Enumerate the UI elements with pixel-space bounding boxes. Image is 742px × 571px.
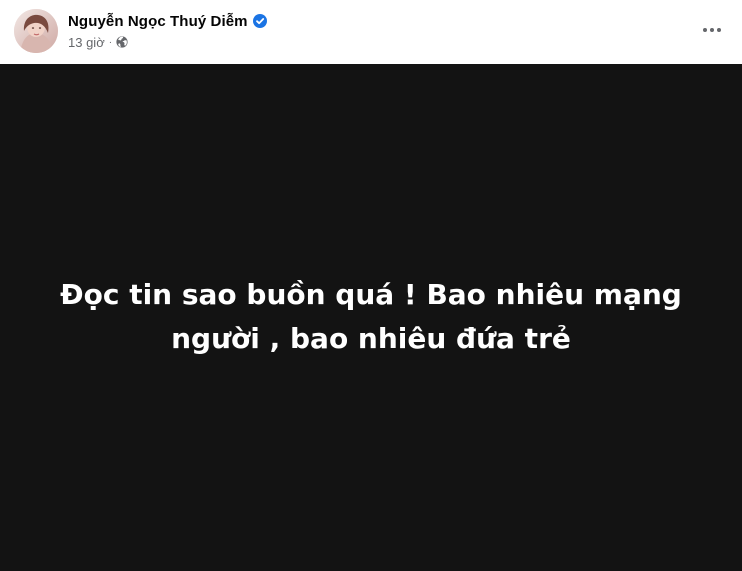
post-header: Nguyễn Ngọc Thuý Diễm 13 giờ ·	[0, 0, 742, 64]
status-line-1: Đọc tin sao buồn quá ! Bao nhiêu mạng	[60, 277, 682, 311]
status-line-2: người , bao nhiêu đứa trẻ	[171, 321, 571, 355]
avatar[interactable]	[14, 9, 58, 53]
verified-badge-icon	[252, 14, 267, 28]
status-text: Đọc tin sao buồn quá ! Bao nhiêu mạng ng…	[51, 273, 691, 361]
more-horizontal-icon	[703, 28, 721, 32]
status-background-card: Đọc tin sao buồn quá ! Bao nhiêu mạng ng…	[0, 64, 742, 571]
timestamp[interactable]: 13 giờ	[68, 35, 105, 50]
more-options-button[interactable]	[694, 12, 730, 48]
globe-icon[interactable]	[116, 36, 128, 48]
meta-separator: ·	[108, 36, 113, 48]
facebook-post: Nguyễn Ngọc Thuý Diễm 13 giờ · Đọc tin s…	[0, 0, 742, 571]
author-name[interactable]: Nguyễn Ngọc Thuý Diễm	[68, 13, 248, 30]
avatar-image	[14, 9, 58, 53]
author-line: Nguyễn Ngọc Thuý Diễm	[68, 10, 267, 32]
post-meta: 13 giờ ·	[68, 33, 128, 51]
